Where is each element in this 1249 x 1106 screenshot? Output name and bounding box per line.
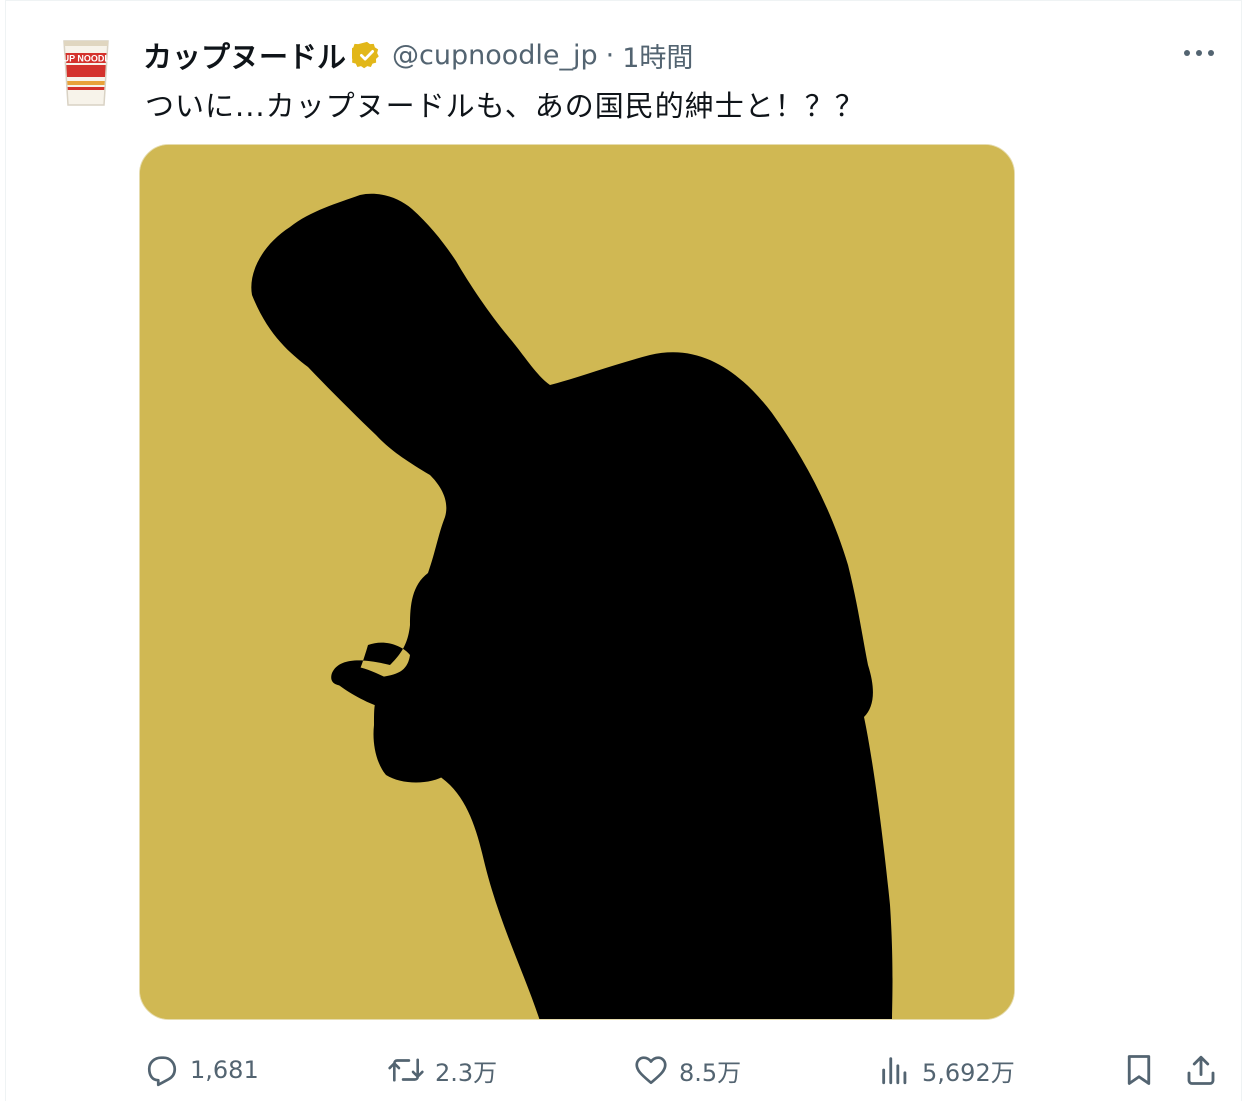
repost-icon [388,1058,424,1082]
share-button[interactable] [1183,1043,1219,1097]
views-bar-icon [882,1057,907,1085]
bookmark-button[interactable] [1121,1043,1157,1097]
cup-noodle-avatar-icon: CUP NOODLE [46,31,126,111]
post-media[interactable] [139,144,1015,1020]
reply-icon [147,1056,177,1087]
views-count: 5,692万 [922,1058,1015,1087]
repost-button[interactable]: 2.3万 [387,1043,497,1097]
post-header: カップヌードル @cupnoodle_jp · 1時間 [143,35,693,75]
silhouette-image [140,145,1014,1019]
action-bar: 1,681 2.3万 8.5万 5,692万 [6,1043,1241,1097]
repost-count: 2.3万 [435,1058,498,1087]
user-handle[interactable]: @cupnoodle_jp [392,40,598,71]
heart-icon [635,1056,667,1085]
gold-verified-badge-icon[interactable] [352,40,382,70]
more-options-button[interactable] [1179,37,1219,69]
share-icon [1187,1055,1215,1085]
like-button[interactable]: 8.5万 [633,1043,741,1097]
post-text: ついに...カップヌードルも、あの国民的紳士と！？？ [145,89,865,123]
separator-dot: · [605,39,615,71]
bookmark-icon [1127,1055,1151,1085]
avatar[interactable]: CUP NOODLE [46,31,126,111]
reply-count: 1,681 [190,1056,259,1084]
avatar-logo-text: CUP NOODLE [56,54,116,64]
like-count: 8.5万 [679,1058,742,1087]
display-name[interactable]: カップヌードル [143,34,346,76]
views-button[interactable]: 5,692万 [878,1043,1015,1097]
timestamp[interactable]: 1時間 [622,36,693,75]
reply-button[interactable]: 1,681 [144,1043,259,1097]
more-horizontal-icon [1184,50,1214,56]
tweet-card[interactable]: CUP NOODLE カップヌードル @cupnoodle_jp · 1時間 つ… [5,0,1242,1101]
